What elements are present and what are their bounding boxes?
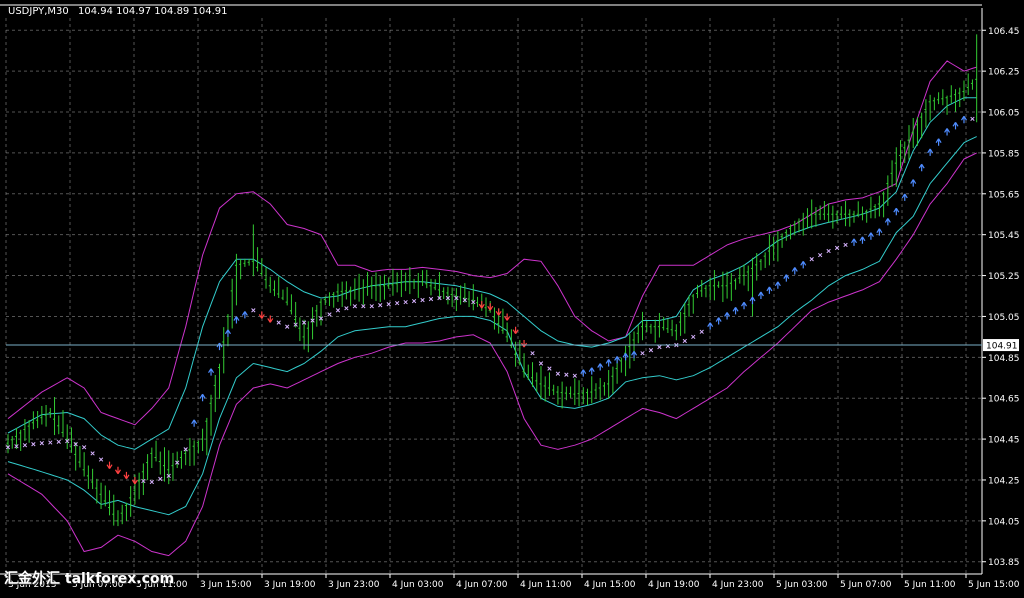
price-tick-label: 105.45	[988, 231, 1020, 241]
time-tick-label: 4 Jun 15:00	[584, 580, 636, 590]
price-tick-label: 104.65	[988, 395, 1020, 405]
current-price-label: 104.91	[986, 342, 1018, 352]
watermark: 汇金外汇 talkforex.com	[4, 571, 175, 587]
time-tick-label: 4 Jun 19:00	[648, 580, 700, 590]
time-tick-label: 4 Jun 11:00	[520, 580, 572, 590]
time-tick-label: 5 Jun 03:00	[776, 580, 828, 590]
time-tick-label: 3 Jun 23:00	[328, 580, 380, 590]
price-tick-label: 104.45	[988, 436, 1020, 446]
price-tick-label: 105.25	[988, 272, 1020, 282]
time-tick-label: 4 Jun 03:00	[392, 580, 444, 590]
price-tick-label: 106.45	[988, 27, 1020, 37]
time-tick-label: 4 Jun 23:00	[712, 580, 764, 590]
chart-background	[0, 0, 1024, 594]
time-tick-label: 3 Jun 15:00	[200, 580, 252, 590]
symbol-text: USDJPY,M30	[8, 6, 69, 17]
price-tick-label: 106.25	[988, 68, 1020, 78]
price-tick-label: 105.85	[988, 149, 1020, 159]
price-tick-label: 105.65	[988, 190, 1020, 200]
price-tick-label: 104.25	[988, 476, 1020, 486]
ohlc-text: 104.94 104.97 104.89 104.91	[78, 6, 228, 17]
time-tick-label: 3 Jun 19:00	[264, 580, 316, 590]
price-chart[interactable]: 106.45 106.25 106.05 105.85 105.65 105.45 105.…	[0, 0, 1024, 594]
time-tick-label: 5 Jun 11:00	[904, 580, 956, 590]
time-tick-label: 5 Jun 15:00	[968, 580, 1020, 590]
symbol-label: USDJPY,M30 104.94 104.97 104.89 104.91	[8, 6, 227, 17]
time-tick-label: 5 Jun 07:00	[840, 580, 892, 590]
price-tick-label: 105.05	[988, 313, 1020, 323]
chart-window[interactable]: 106.45 106.25 106.05 105.85 105.65 105.45 105.…	[0, 0, 1024, 594]
price-tick-label: 104.05	[988, 517, 1020, 527]
price-tick-label: 103.85	[988, 558, 1020, 568]
price-tick-label: 106.05	[988, 109, 1020, 119]
time-tick-label: 4 Jun 07:00	[456, 580, 508, 590]
price-tick-label: 104.85	[988, 354, 1020, 364]
